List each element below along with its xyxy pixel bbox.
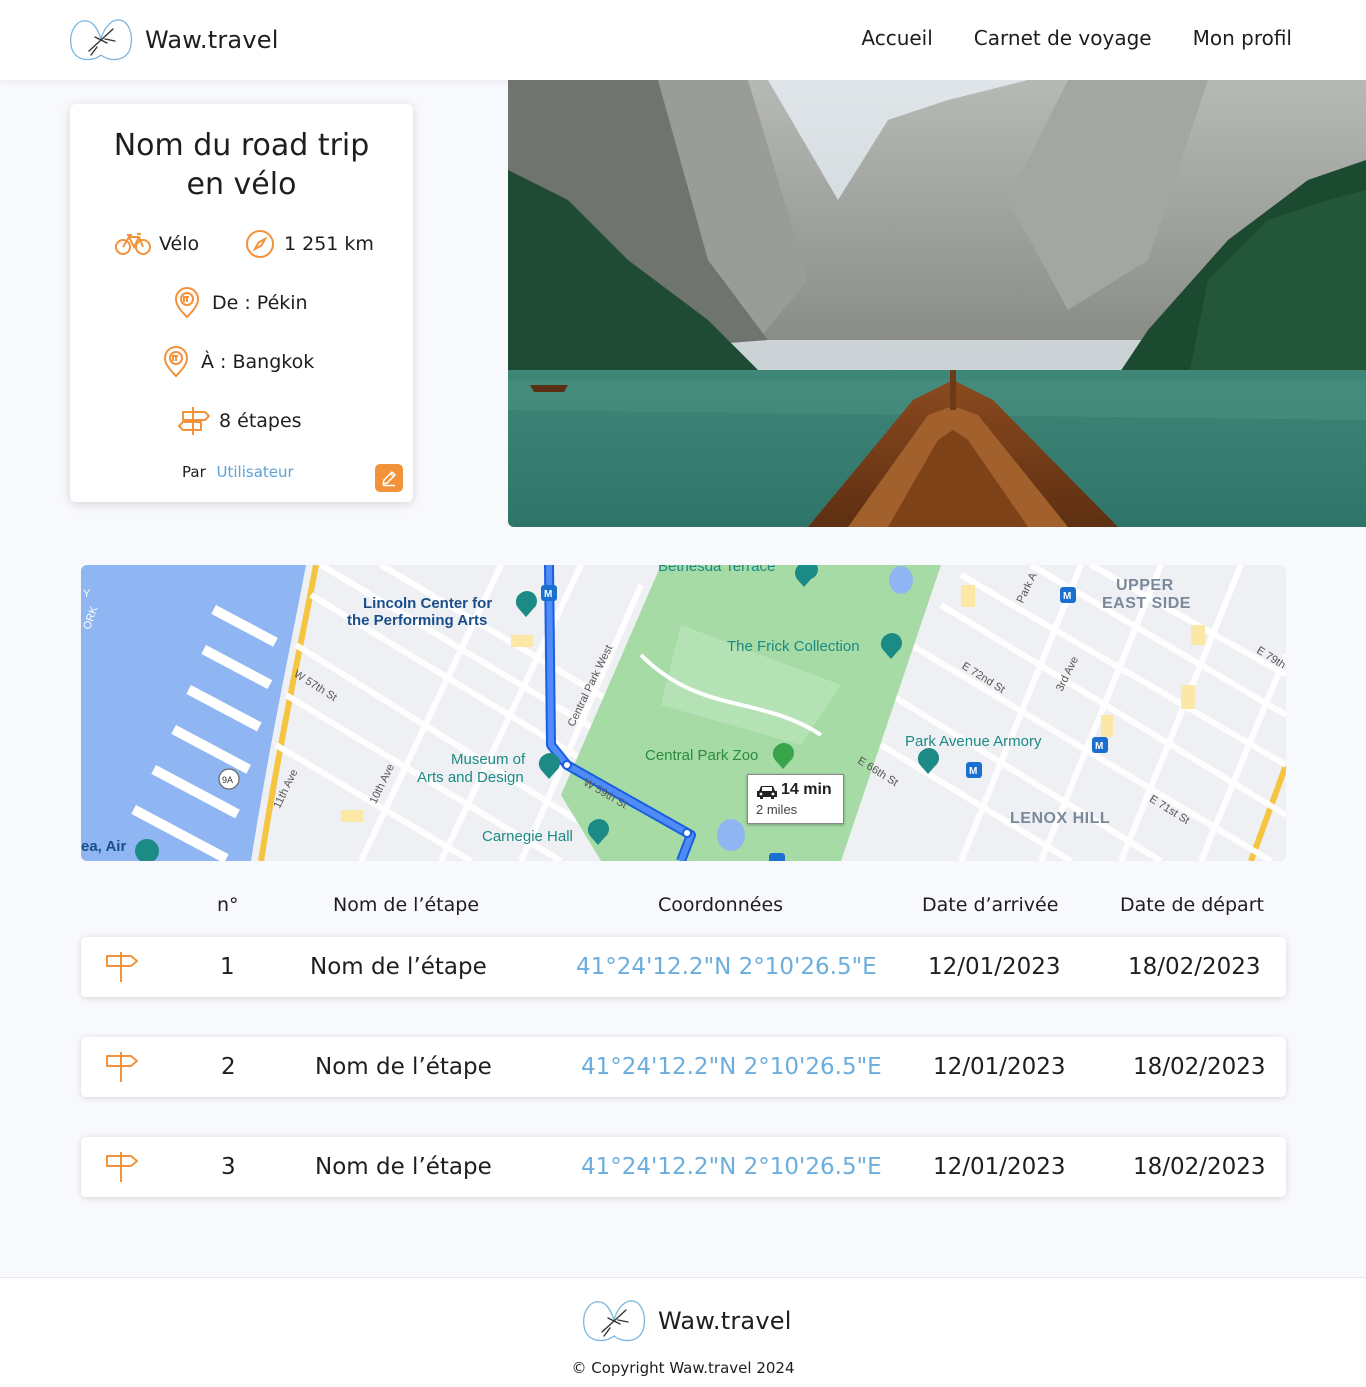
row-number: 3 xyxy=(221,1154,236,1180)
signpost-icon xyxy=(178,407,210,435)
location-pin-icon xyxy=(163,346,189,378)
map-label-bethesda: Bethesda Terrace xyxy=(658,565,776,575)
row-departure: 18/02/2023 xyxy=(1128,954,1261,980)
trip-author: Par Utilisateur xyxy=(182,463,294,481)
table-row[interactable]: 3 Nom de l’étape 41°24'12.2"N 2°10'26.5"… xyxy=(81,1137,1286,1197)
row-departure: 18/02/2023 xyxy=(1133,1054,1266,1080)
row-number: 2 xyxy=(221,1054,236,1080)
signpost-icon xyxy=(106,952,138,982)
table-row[interactable]: 2 Nom de l’étape 41°24'12.2"N 2°10'26.5"… xyxy=(81,1037,1286,1097)
trip-card: Nom du road trip en vélo Vélo 1 251 km D… xyxy=(70,104,413,502)
map-label-armory: Park Avenue Armory xyxy=(905,733,1042,750)
bike-icon xyxy=(115,233,151,255)
trip-mode-label: Vélo xyxy=(159,233,200,255)
footer-logo[interactable]: Waw.travel xyxy=(582,1298,792,1344)
footer-brand-name: Waw.travel xyxy=(658,1307,792,1335)
signpost-icon xyxy=(106,1152,138,1182)
trip-from-label: De : Pékin xyxy=(212,292,308,314)
map-label-zoo: Central Park Zoo xyxy=(645,747,759,764)
row-name: Nom de l’étape xyxy=(310,954,487,980)
trip-title: Nom du road trip en vélo xyxy=(70,126,413,204)
trip-from: De : Pékin xyxy=(173,287,308,319)
map-label-air: ea, Air xyxy=(81,838,127,855)
row-departure: 18/02/2023 xyxy=(1133,1154,1266,1180)
map-label-museum: Museum of xyxy=(451,751,526,768)
map-label-york: Y xyxy=(83,588,91,600)
compass-icon xyxy=(246,230,274,258)
main-nav: Accueil Carnet de voyage Mon profil xyxy=(861,26,1292,50)
row-name: Nom de l’étape xyxy=(315,1154,492,1180)
svg-text:M: M xyxy=(1063,591,1071,602)
svg-text:M: M xyxy=(1095,741,1103,752)
nav-carnet[interactable]: Carnet de voyage xyxy=(974,26,1152,50)
trip-distance: 1 251 km xyxy=(244,228,374,260)
copyright: © Copyright Waw.travel 2024 xyxy=(571,1359,795,1377)
route-distance: 2 miles xyxy=(756,802,798,817)
row-coords[interactable]: 41°24'12.2"N 2°10'26.5"E xyxy=(581,1154,882,1180)
map-label-route-9a: 9A xyxy=(222,775,234,785)
row-coords[interactable]: 41°24'12.2"N 2°10'26.5"E xyxy=(581,1054,882,1080)
trip-to: À : Bangkok xyxy=(162,346,314,378)
trip-hero-image xyxy=(508,80,1366,527)
trip-mode: Vélo xyxy=(115,232,199,256)
nav-profil[interactable]: Mon profil xyxy=(1193,26,1292,50)
map-label-upper-2: EAST SIDE xyxy=(1102,595,1191,612)
route-time: 14 min xyxy=(781,781,832,798)
route-map[interactable]: M M M M Lincoln Center for the Performing A… xyxy=(81,565,1286,861)
row-arrival: 12/01/2023 xyxy=(933,1054,1066,1080)
map-label-upper: UPPER xyxy=(1116,577,1174,594)
logo-plane-icon xyxy=(70,19,133,61)
row-name: Nom de l’étape xyxy=(315,1054,492,1080)
trip-stages-label: 8 étapes xyxy=(219,410,302,432)
col-header-arrival: Date d’arrivée xyxy=(922,894,1059,916)
edit-trip-button[interactable] xyxy=(375,464,403,492)
route-summary[interactable]: 14 min 2 miles xyxy=(747,774,844,824)
pencil-icon xyxy=(382,471,396,487)
row-arrival: 12/01/2023 xyxy=(928,954,1061,980)
location-pin-icon xyxy=(174,287,200,319)
col-header-coords: Coordonnées xyxy=(658,894,784,916)
map-label-frick: The Frick Collection xyxy=(727,638,860,655)
map-label-lincoln: Lincoln Center for xyxy=(363,595,493,612)
map-label-museum-2: Arts and Design xyxy=(417,769,524,786)
table-row[interactable]: 1 Nom de l’étape 41°24'12.2"N 2°10'26.5"… xyxy=(81,937,1286,997)
site-footer: Waw.travel © Copyright Waw.travel 2024 xyxy=(0,1277,1366,1387)
nav-accueil[interactable]: Accueil xyxy=(861,26,932,50)
author-link[interactable]: Utilisateur xyxy=(217,463,294,481)
svg-text:M: M xyxy=(969,766,977,777)
map-label-lenox: LENOX HILL xyxy=(1010,810,1111,827)
col-header-departure: Date de départ xyxy=(1120,894,1264,916)
row-coords[interactable]: 41°24'12.2"N 2°10'26.5"E xyxy=(576,954,877,980)
col-header-number: n° xyxy=(217,894,239,916)
trip-stages: 8 étapes xyxy=(177,405,302,437)
site-header: Waw.travel Accueil Carnet de voyage Mon … xyxy=(0,0,1366,80)
car-icon xyxy=(757,786,777,799)
trip-distance-value: 1 251 km xyxy=(284,233,374,255)
row-number: 1 xyxy=(220,954,235,980)
signpost-icon xyxy=(106,1052,138,1082)
svg-text:M: M xyxy=(544,589,552,600)
brand-logo[interactable]: Waw.travel xyxy=(69,17,279,63)
map-label-carnegie: Carnegie Hall xyxy=(482,828,573,845)
author-prefix: Par xyxy=(182,463,206,481)
col-header-name: Nom de l’étape xyxy=(333,894,480,916)
trip-to-label: À : Bangkok xyxy=(201,351,315,373)
logo-plane-icon xyxy=(583,1300,646,1342)
map-label-lincoln-2: the Performing Arts xyxy=(347,612,488,629)
brand-name: Waw.travel xyxy=(145,26,279,54)
lake-boat-photo xyxy=(508,80,1366,527)
row-arrival: 12/01/2023 xyxy=(933,1154,1066,1180)
trip-title-text: Nom du road trip en vélo xyxy=(113,128,370,202)
